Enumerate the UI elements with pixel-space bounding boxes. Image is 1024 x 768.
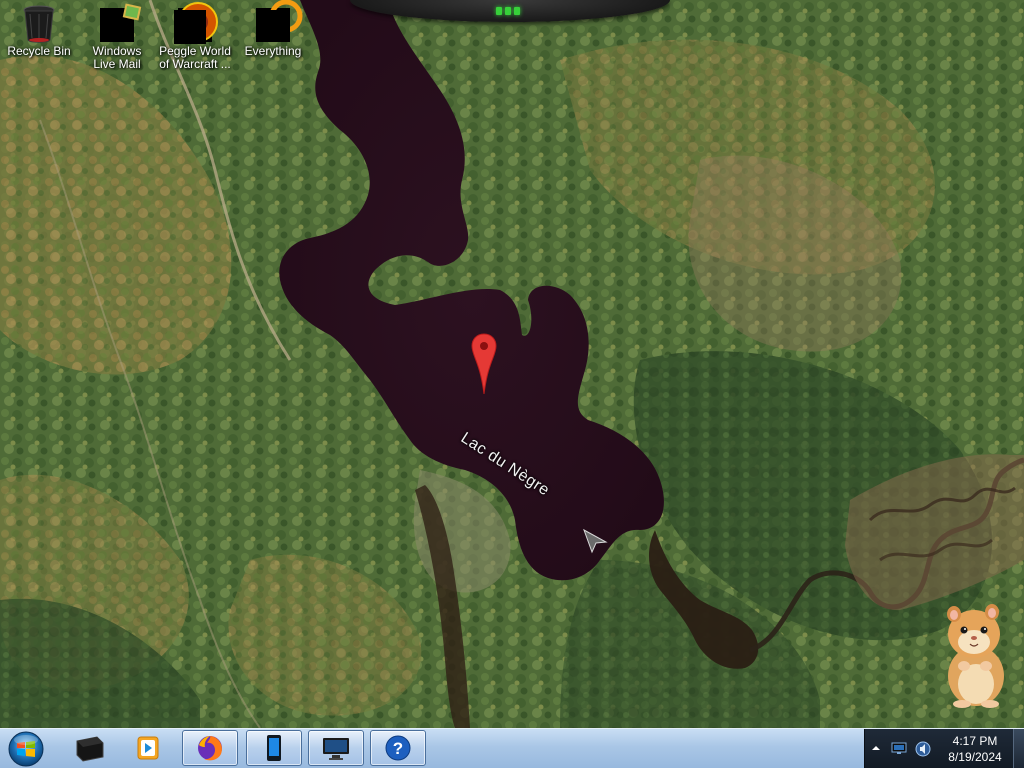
- desktop-icon-everything[interactable]: Everything: [234, 0, 312, 92]
- phone-icon: [267, 735, 281, 761]
- clock-time: 4:17 PM: [952, 734, 998, 748]
- recycle-bin-icon: [22, 5, 56, 43]
- gadget-led: [505, 7, 511, 15]
- gadget-led: [496, 7, 502, 15]
- taskbar[interactable]: ? 4:17 PM 8/19/2024: [0, 728, 1024, 768]
- taskbar-running-remote-desktop[interactable]: [308, 730, 364, 766]
- taskbar-running-phone-app[interactable]: [246, 730, 302, 766]
- svg-text:?: ?: [393, 739, 403, 758]
- map-pin-icon[interactable]: [470, 332, 498, 396]
- desktop-icon-label: Windows Live Mail: [92, 44, 142, 71]
- satellite-map-wallpaper: [0, 0, 1024, 768]
- show-desktop-button[interactable]: [1013, 729, 1024, 768]
- volume-icon[interactable]: [915, 741, 931, 757]
- windows-live-mail-icon: [100, 3, 142, 42]
- firefox-icon: [198, 736, 222, 761]
- help-icon: ?: [385, 735, 411, 761]
- taskbar-running-help[interactable]: ?: [370, 730, 426, 766]
- taskbar-pinned-firefox[interactable]: [182, 730, 238, 766]
- clock-date: 8/19/2024: [948, 750, 1002, 764]
- desktop-icon-label: Recycle Bin: [7, 44, 71, 58]
- show-hidden-icons-icon[interactable]: [871, 743, 881, 753]
- taskbar-pinned-media-player[interactable]: [120, 730, 176, 766]
- start-button[interactable]: [4, 730, 48, 768]
- black-box-icon: [76, 736, 104, 762]
- desktop-icon-label: Peggle World of Warcraft ...: [159, 44, 231, 71]
- taskbar-clock[interactable]: 4:17 PM 8/19/2024: [939, 733, 1011, 765]
- desktop-icon-windows-live-mail[interactable]: Windows Live Mail: [78, 3, 156, 92]
- mouse-cursor-icon: [583, 528, 608, 554]
- network-icon[interactable]: [891, 741, 907, 755]
- gadget-status-leds: [496, 7, 526, 15]
- desktop-icon-label: Everything: [244, 44, 302, 58]
- desktop-icon-recycle-bin[interactable]: Recycle Bin: [0, 4, 78, 92]
- media-player-icon: [137, 736, 159, 760]
- monitor-icon: [323, 738, 349, 760]
- desktop[interactable]: Lac du Nègre Recycle Bin Windows Live Ma…: [0, 0, 1024, 768]
- gadget-led: [514, 7, 520, 15]
- system-tray[interactable]: 4:17 PM 8/19/2024: [864, 729, 1024, 768]
- everything-search-icon: [256, 0, 303, 42]
- hamster-gadget-icon[interactable]: [940, 604, 1010, 708]
- desktop-icon-peggle[interactable]: Peggle World of Warcraft ...: [156, 2, 234, 92]
- peggle-icon: [174, 2, 218, 44]
- taskbar-pinned-desktop-app[interactable]: [62, 730, 118, 766]
